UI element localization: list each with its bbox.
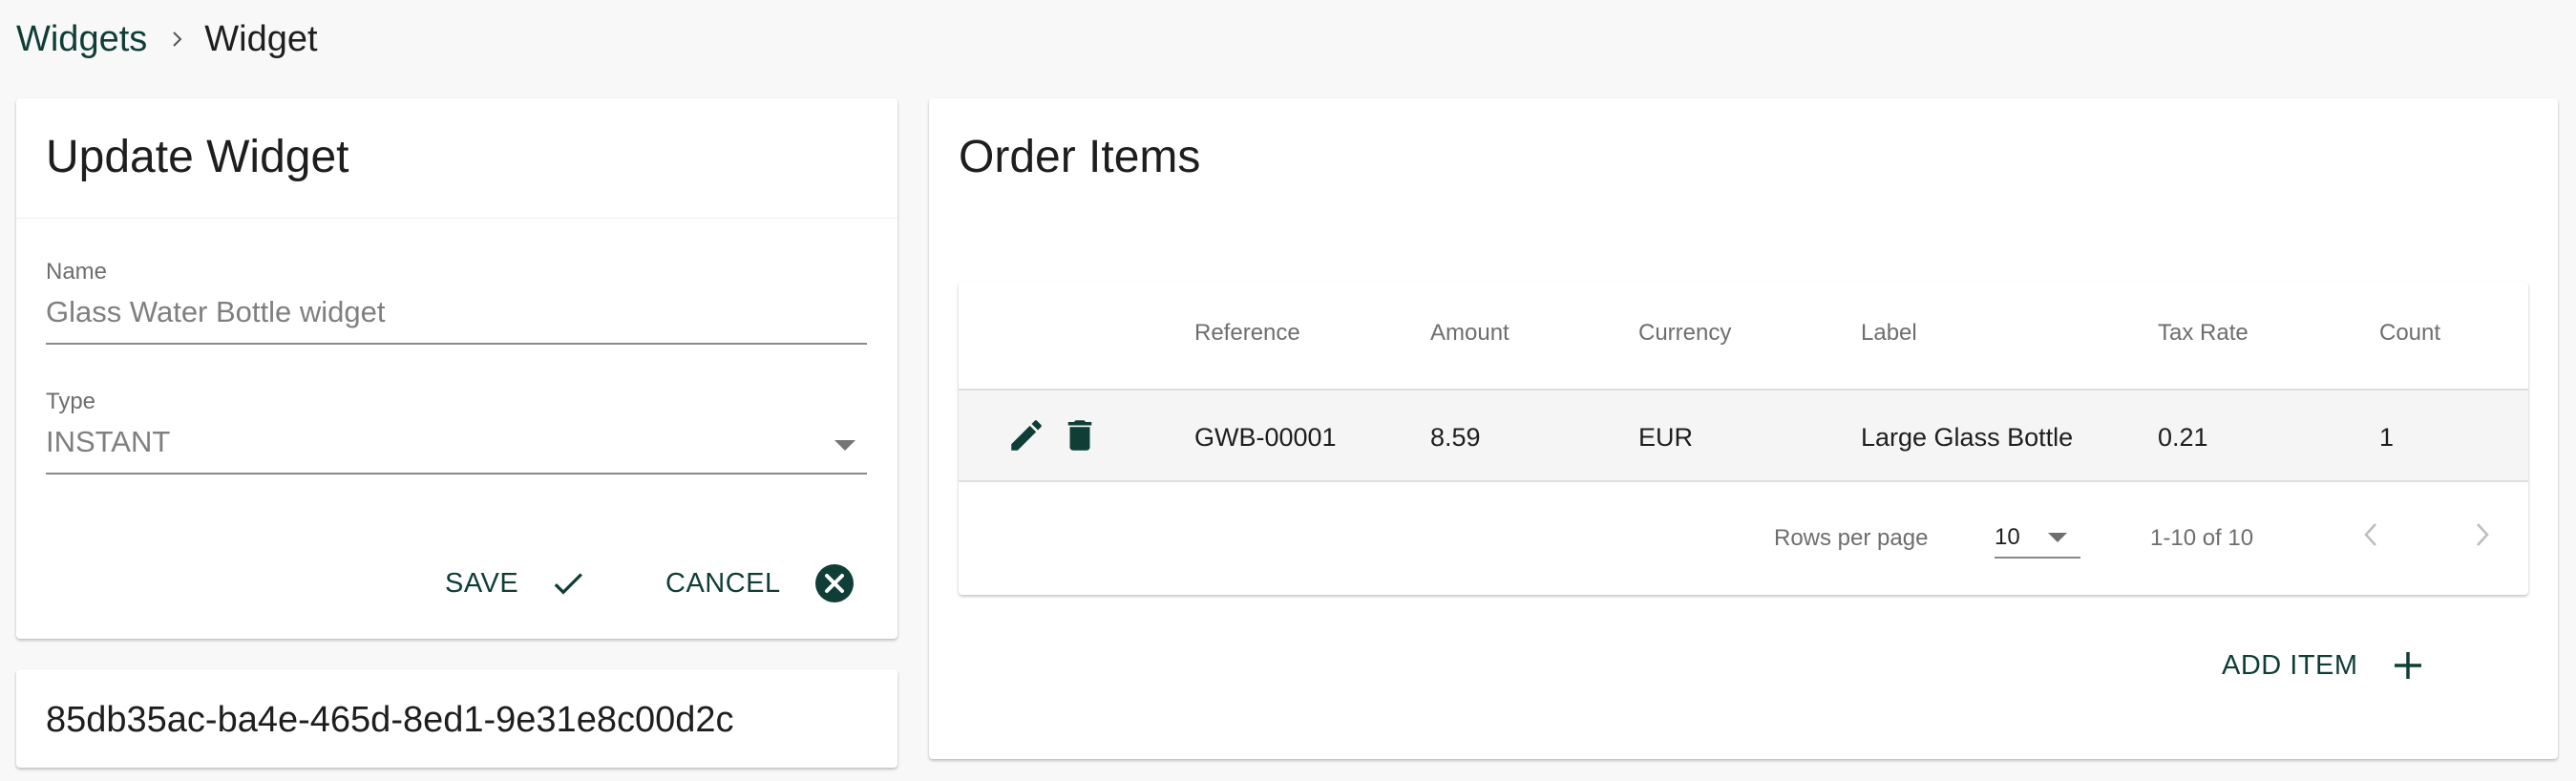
caret-down-icon — [834, 440, 855, 451]
chevron-right-icon — [173, 32, 182, 47]
cell-reference: GWB-00001 — [1194, 423, 1337, 452]
type-select[interactable]: INSTANT — [46, 425, 867, 475]
rows-per-page-value: 10 — [1995, 524, 2020, 550]
chevron-left-icon[interactable] — [2357, 518, 2386, 551]
save-button-label: SAVE — [445, 567, 519, 599]
divider — [16, 218, 897, 219]
cell-label: Large Glass Bottle — [1861, 423, 2074, 452]
name-field[interactable]: Name Glass Water Bottle widget — [46, 259, 867, 345]
add-item-button[interactable]: ADD ITEM — [2222, 648, 2425, 683]
order-items-title: Order Items — [959, 132, 1201, 182]
widget-id-card: 85db35ac-ba4e-465d-8ed1-9e31e8c00d2c — [16, 669, 897, 768]
rows-per-page-label: Rows per page — [1774, 525, 1929, 551]
chevron-right-icon[interactable] — [2467, 518, 2496, 551]
rows-per-page-select[interactable]: 10 — [1995, 515, 2080, 559]
column-header-label[interactable]: Label — [1861, 320, 1917, 347]
name-label: Name — [46, 259, 108, 285]
order-items-table: Reference Amount Currency Label Tax Rate… — [959, 282, 2528, 595]
type-field[interactable]: Type INSTANT — [46, 389, 867, 475]
table-row: GWB-00001 8.59 EUR Large Glass Bottle 0.… — [959, 390, 2528, 482]
cell-tax-rate: 0.21 — [2158, 423, 2208, 452]
plus-icon — [2394, 652, 2421, 679]
pencil-icon[interactable] — [1006, 415, 1046, 455]
column-header-reference[interactable]: Reference — [1194, 320, 1300, 347]
add-item-label: ADD ITEM — [2222, 649, 2358, 681]
save-button[interactable]: SAVE — [445, 564, 587, 602]
update-widget-title: Update Widget — [46, 132, 349, 182]
cancel-button[interactable]: CANCEL — [665, 562, 855, 604]
check-icon — [554, 573, 583, 595]
breadcrumb-widgets-link[interactable]: Widgets — [16, 19, 147, 60]
name-input[interactable]: Glass Water Bottle widget — [46, 295, 867, 345]
pagination-range: 1-10 of 10 — [2150, 525, 2254, 551]
cell-count: 1 — [2379, 423, 2395, 452]
column-header-currency[interactable]: Currency — [1638, 320, 1731, 347]
widget-id: 85db35ac-ba4e-465d-8ed1-9e31e8c00d2c — [46, 700, 734, 740]
update-widget-card: Update Widget Name Glass Water Bottle wi… — [16, 98, 897, 639]
cell-currency: EUR — [1638, 423, 1694, 452]
order-items-card: Order Items Reference Amount Currency La… — [929, 98, 2558, 759]
column-header-amount[interactable]: Amount — [1430, 320, 1510, 347]
type-select-value: INSTANT — [46, 425, 171, 458]
column-header-count[interactable]: Count — [2379, 320, 2440, 347]
cell-amount: 8.59 — [1430, 423, 1481, 452]
type-label: Type — [46, 389, 96, 414]
breadcrumb: Widgets Widget — [16, 15, 318, 63]
trash-icon[interactable] — [1060, 415, 1100, 455]
column-header-tax-rate[interactable]: Tax Rate — [2158, 320, 2249, 347]
breadcrumb-current: Widget — [204, 18, 318, 59]
cancel-button-label: CANCEL — [665, 567, 781, 599]
close-circle-icon — [814, 564, 854, 602]
caret-down-icon — [2048, 533, 2067, 542]
